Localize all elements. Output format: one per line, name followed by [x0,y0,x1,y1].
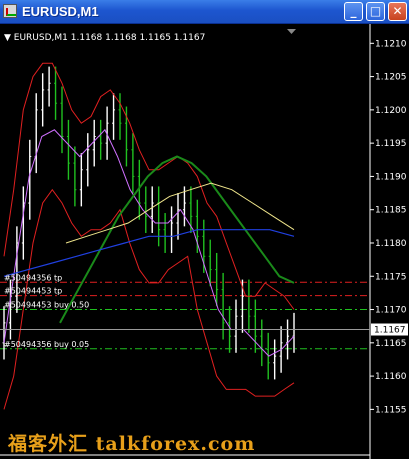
window-title: EURUSD,M1 [22,4,99,19]
price-axis: 1.1210 1.1205 1.1200 1.1195 1.1190 1.1185 1.11… [370,39,407,415]
price-tick-label: 1.1195 [375,139,407,149]
price-tick-label: 1.1160 [375,372,407,382]
price-tick-label: 1.1165 [375,339,407,349]
ma-violet-line [3,128,295,357]
close-button[interactable]: ✕ [388,2,407,21]
shift-end-marker-icon[interactable] [287,29,296,34]
order-label: #50494453 tp [4,287,62,296]
price-tick-label: 1.1175 [375,272,407,282]
price-tick-label: 1.1210 [375,39,407,49]
price-bars [2,66,296,380]
price-chart[interactable]: ▼ EURUSD,M1 1.1168 1.1168 1.1165 1.1167 … [0,24,409,459]
order-label: #50494356 buy 0.05 [4,340,89,349]
price-tick-label: 1.1170 [375,306,407,316]
chart-window-icon[interactable] [3,4,17,18]
price-tick-label: 1.1180 [375,239,407,249]
price-tick-label: 1.1155 [375,405,407,415]
maximize-button[interactable]: □ [366,2,385,21]
price-tick-label: 1.1205 [375,73,407,83]
minimize-button[interactable]: _ [344,2,363,21]
price-tick-label: 1.1190 [375,172,407,182]
order-label: #50494356 tp [4,273,62,282]
terminal-chart-window: EURUSD,M1 _ □ ✕ ▼ EURUSD,M1 1.1168 1.116… [0,0,409,459]
price-tick-label: 1.1185 [375,206,407,216]
watermark-logo: 福客外汇 talkforex.com [8,433,256,455]
chart-canvas[interactable]: ▼ EURUSD,M1 1.1168 1.1168 1.1165 1.1167 … [0,24,409,459]
order-label: #50494453 buy 0.50 [4,301,89,310]
indicator-lines [3,62,295,410]
title-bar[interactable]: EURUSD,M1 _ □ ✕ [0,0,409,24]
ma-green-line [59,155,295,324]
price-tick-label: 1.1200 [375,106,407,116]
current-price-label: 1.1167 [374,326,406,336]
chart-info-label: ▼ EURUSD,M1 1.1168 1.1168 1.1165 1.1167 [4,33,205,43]
